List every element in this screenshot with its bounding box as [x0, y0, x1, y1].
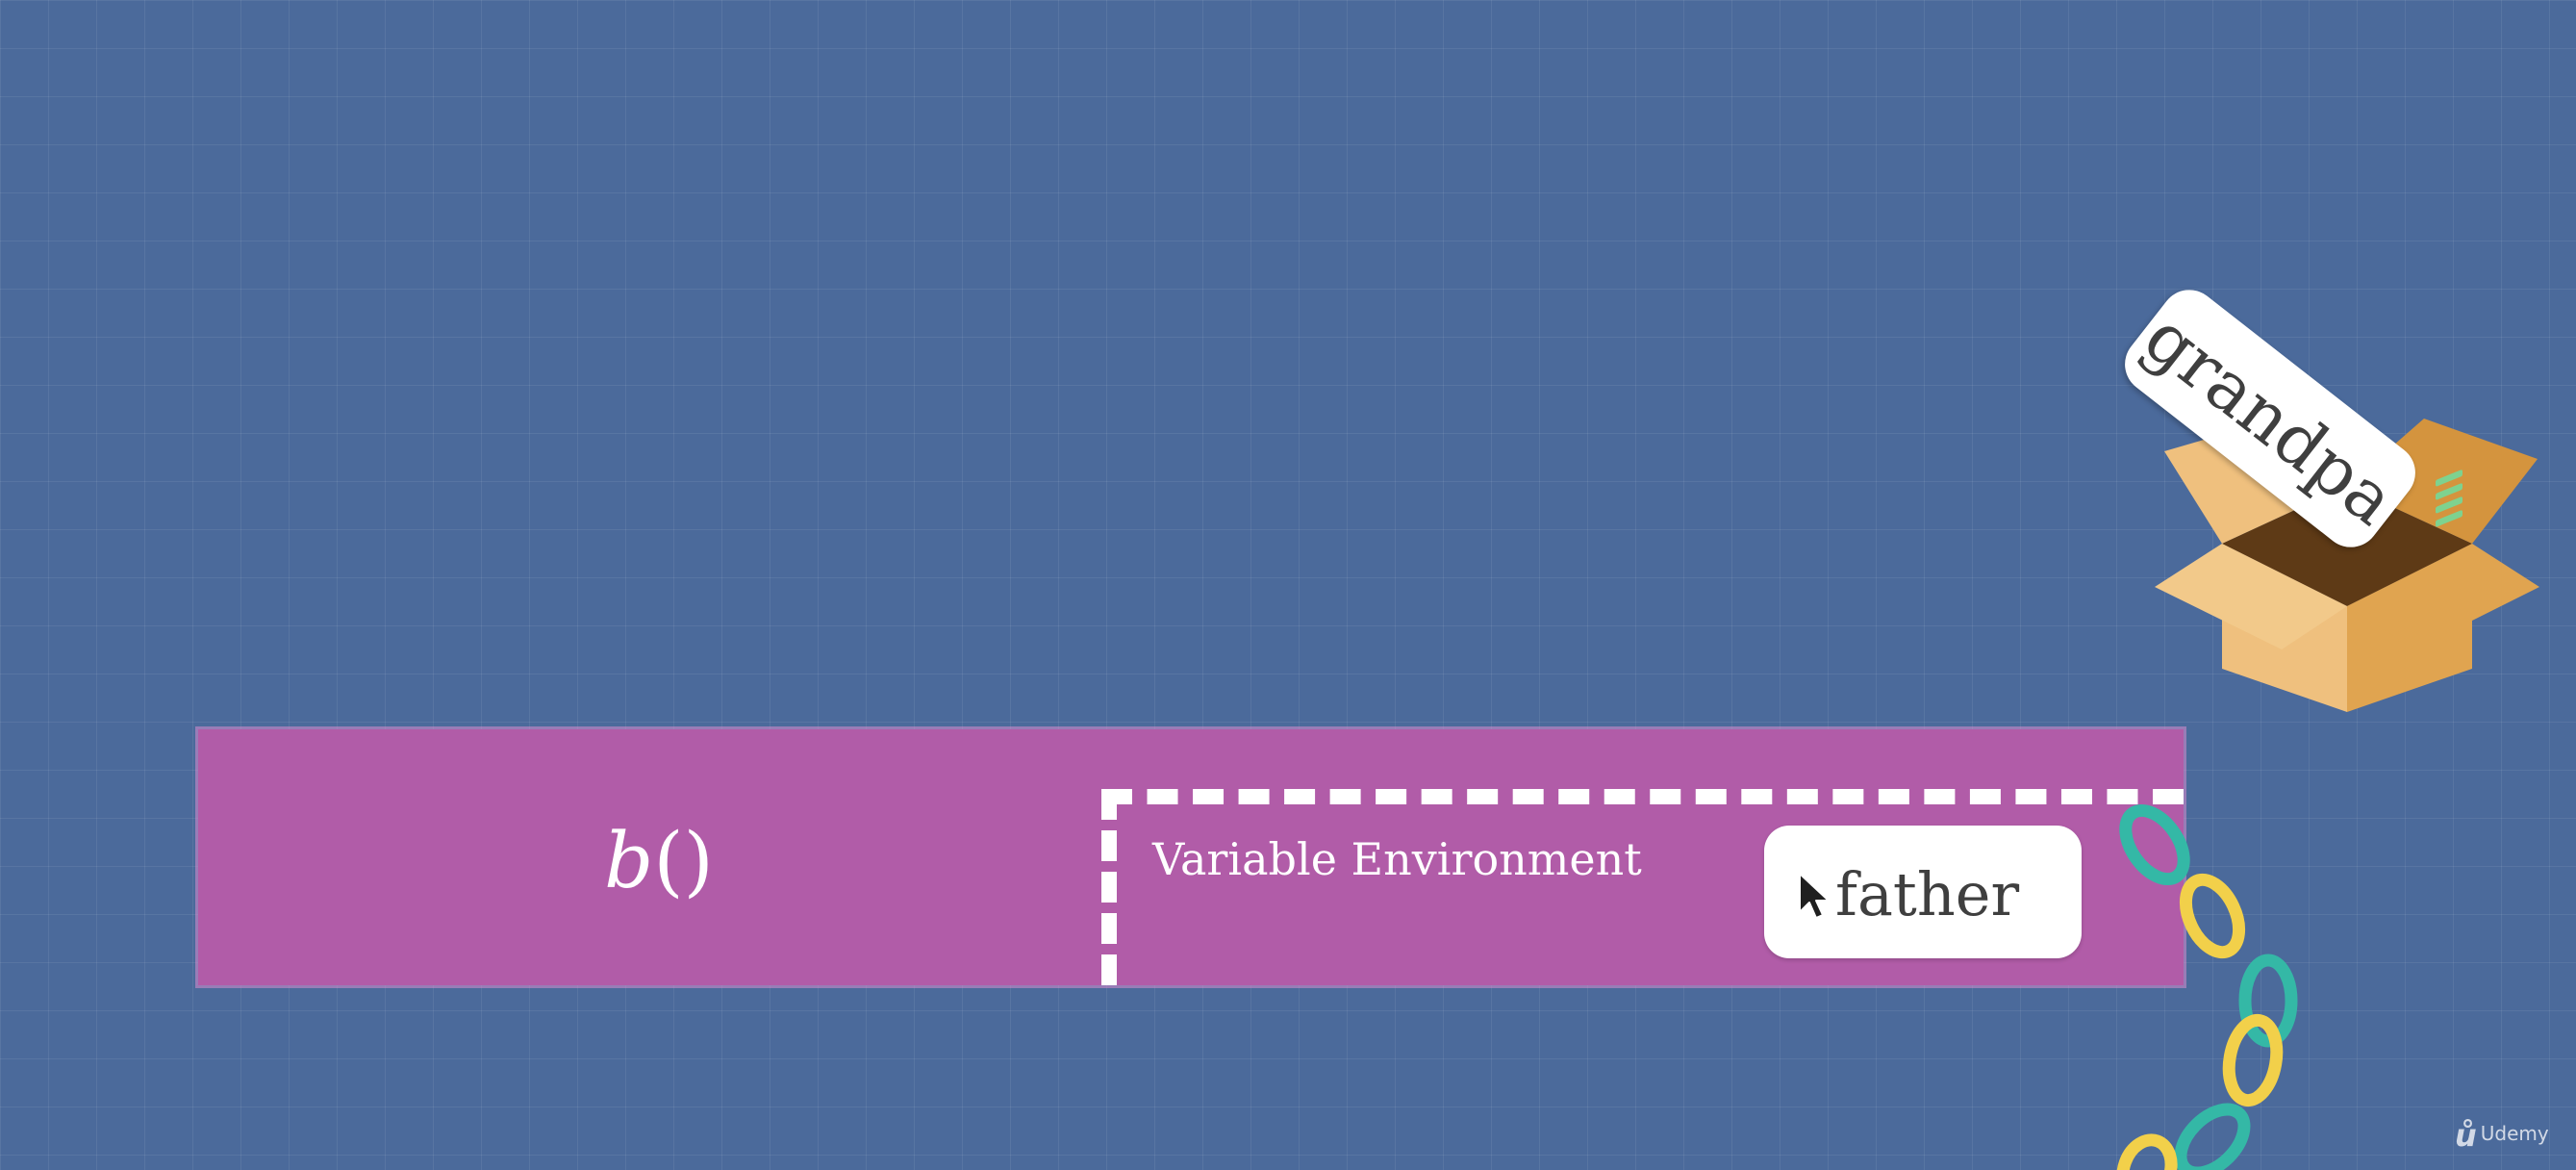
watermark-text: Udemy	[2480, 1122, 2549, 1145]
function-parens: ()	[653, 816, 714, 905]
mouse-cursor-icon	[1799, 873, 1830, 919]
function-call-label: b()	[577, 808, 741, 914]
watermark: ů Udemy	[2455, 1120, 2549, 1151]
lesson-slide: b() Variable Environment father grandpa …	[0, 0, 2576, 1170]
function-name: b	[604, 816, 654, 905]
udemy-logo-icon: ů	[2455, 1116, 2477, 1154]
scope-chain-icon	[2116, 803, 2298, 1170]
father-variable-label: father	[1835, 859, 2020, 929]
variable-environment-label: Variable Environment	[1152, 833, 1642, 885]
